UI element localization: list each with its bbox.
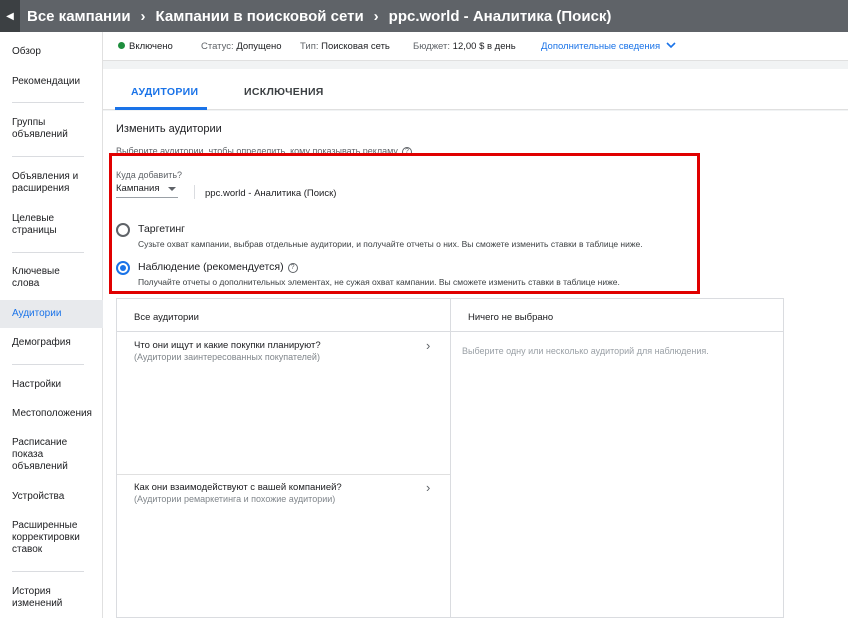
targeting-title: Таргетинг <box>138 223 186 235</box>
type-field: Тип: Поисковая сеть <box>300 41 390 52</box>
status-field: Статус: Допущено <box>201 41 282 52</box>
sidebar: Обзор Рекомендации Группы объявлений Объ… <box>0 32 103 618</box>
chevron-left-icon[interactable]: ◀ <box>0 0 20 32</box>
sidebar-item-ad-groups[interactable]: Группы объявлений <box>0 117 80 141</box>
category-title: Что они ищут и какие покупки планируют? <box>134 340 321 351</box>
add-to-select[interactable]: Кампания <box>116 183 178 198</box>
campaign-state[interactable]: Включено <box>118 41 173 52</box>
selected-audiences-header: Ничего не выбрано <box>451 299 784 332</box>
breadcrumb-search-campaigns[interactable]: Кампании в поисковой сети <box>156 8 364 25</box>
tab-bar: АУДИТОРИИ ИСКЛЮЧЕНИЯ <box>103 69 848 110</box>
sidebar-item-audiences[interactable]: Аудитории <box>0 300 103 328</box>
empty-selection-note: Выберите одну или несколько аудиторий дл… <box>462 346 709 356</box>
sidebar-item-recommendations[interactable]: Рекомендации <box>0 76 103 88</box>
sidebar-item-overview[interactable]: Обзор <box>0 46 103 58</box>
tab-exclusions[interactable]: ИСКЛЮЧЕНИЯ <box>244 86 324 98</box>
all-audiences-header: Все аудитории <box>117 299 450 332</box>
help-circle-icon[interactable]: ? <box>287 263 298 273</box>
targeting-radio[interactable] <box>116 223 130 237</box>
status-dot-icon <box>118 42 125 49</box>
sidebar-divider <box>12 252 84 253</box>
chevron-right-icon: › <box>140 7 146 25</box>
audience-selector: Все аудитории Что они ищут и какие покуп… <box>116 298 784 618</box>
add-to-label: Куда добавить? <box>116 170 183 180</box>
sidebar-divider <box>12 571 84 572</box>
campaign-status-bar: Включено Статус: Допущено Тип: Поисковая… <box>103 32 848 61</box>
dropdown-arrow-icon <box>168 187 176 191</box>
highlight-box: Куда добавить? Кампания ppc.world - Анал… <box>109 153 700 294</box>
campaign-name: ppc.world - Аналитика (Поиск) <box>205 188 337 199</box>
sidebar-item-devices[interactable]: Устройства <box>0 491 103 503</box>
targeting-description: Сузьте охват кампании, выбрав отдельные … <box>138 239 643 249</box>
chevron-down-icon <box>666 42 676 49</box>
sidebar-item-advanced-bid-adj[interactable]: Расширенные корректировки ставок <box>0 520 90 556</box>
chevron-right-icon: › <box>373 7 379 25</box>
sidebar-item-ads-extensions[interactable]: Объявления и расширения <box>0 171 90 195</box>
category-subtitle: (Аудитории заинтересованных покупателей) <box>134 352 320 362</box>
category-subtitle: (Аудитории ремаркетинга и похожие аудито… <box>134 494 336 504</box>
sidebar-item-landing-pages[interactable]: Целевые страницы <box>0 213 70 237</box>
divider <box>194 185 195 199</box>
audience-category-remarketing[interactable]: Как они взаимодействуют с вашей компание… <box>117 475 450 535</box>
chevron-right-icon: › <box>426 480 431 495</box>
sidebar-item-settings[interactable]: Настройки <box>0 379 103 391</box>
breadcrumb-bar: ◀ Все кампании › Кампании в поисковой се… <box>0 0 848 32</box>
observation-description: Получайте отчеты о дополнительных элемен… <box>138 277 620 287</box>
category-title: Как они взаимодействуют с вашей компание… <box>134 482 342 493</box>
sidebar-divider <box>12 364 84 365</box>
chevron-right-icon: › <box>426 338 431 353</box>
sidebar-item-demographics[interactable]: Демография <box>0 337 103 349</box>
observation-radio[interactable] <box>116 261 130 275</box>
more-details-link[interactable]: Дополнительные сведения <box>541 41 676 52</box>
breadcrumb-current-campaign: ppc.world - Аналитика (Поиск) <box>388 7 612 25</box>
sidebar-divider <box>12 102 84 103</box>
sidebar-item-keywords[interactable]: Ключевые слова <box>0 266 70 290</box>
sidebar-item-locations[interactable]: Местоположения <box>0 408 103 420</box>
section-title: Изменить аудитории <box>116 123 222 135</box>
sidebar-item-change-history[interactable]: История изменений <box>0 586 72 610</box>
sidebar-divider <box>12 156 84 157</box>
all-audiences-column: Все аудитории Что они ищут и какие покуп… <box>117 299 451 618</box>
observation-title: Наблюдение (рекомендуется)? <box>138 261 298 273</box>
sidebar-item-ad-schedule[interactable]: Расписание показа объявлений <box>0 437 72 473</box>
tab-audiences[interactable]: АУДИТОРИИ <box>131 86 198 98</box>
budget-field: Бюджет: 12,00 $ в день <box>413 41 516 52</box>
audience-category-in-market[interactable]: Что они ищут и какие покупки планируют? … <box>117 332 450 472</box>
breadcrumb-all-campaigns[interactable]: Все кампании <box>27 8 131 25</box>
active-tab-indicator <box>115 107 207 110</box>
